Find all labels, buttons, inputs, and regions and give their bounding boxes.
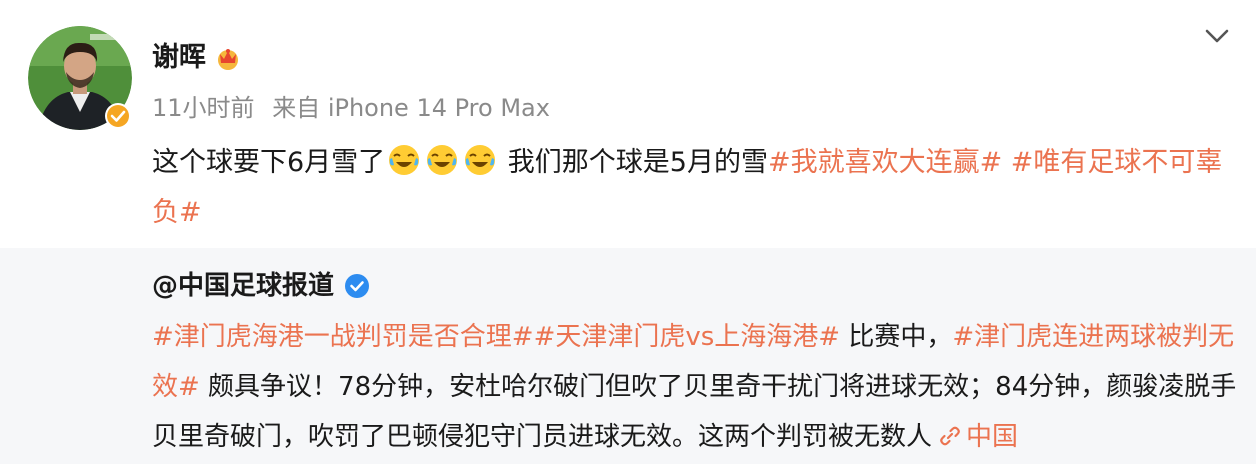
post-time: 11小时前 bbox=[152, 94, 255, 122]
laugh-cry-icon bbox=[427, 145, 458, 175]
post-text-after: 我们那个球是5月的雪 bbox=[499, 147, 768, 178]
verified-blue-icon bbox=[345, 274, 370, 298]
post-text-before: 这个球要下6月雪了 bbox=[152, 147, 386, 178]
hashtag-link[interactable]: #津门虎海港一战判罚是否合理# bbox=[152, 322, 534, 352]
repost-author-name[interactable]: @中国足球报道 bbox=[152, 266, 334, 306]
repost-author-row: @中国足球报道 bbox=[152, 266, 370, 306]
crown-icon bbox=[218, 49, 238, 70]
laugh-cry-icon bbox=[465, 145, 496, 175]
reposted-content[interactable]: @中国足球报道 #津门虎海港一战判罚是否合理##天津津门虎vs上海海港# 比赛中… bbox=[0, 248, 1256, 464]
post-source: 来自 iPhone 14 Pro Max bbox=[272, 94, 550, 122]
post-content: 这个球要下6月雪了 我们那个球是5月的雪#我就喜欢大连赢# #唯有足球不可辜负# bbox=[152, 138, 1242, 238]
hashtag-link[interactable]: #天津津门虎vs上海海港# bbox=[534, 322, 841, 352]
laugh-cry-icon bbox=[389, 145, 420, 175]
hashtag-link[interactable]: #我就喜欢大连赢# bbox=[768, 147, 1002, 178]
post-meta: 11小时前 来自 iPhone 14 Pro Max bbox=[152, 88, 550, 128]
repost-text-part: 颇具争议！78分钟，安杜哈尔破门但吹了贝里奇干扰门将进球无效；84分钟，颜骏凌脱… bbox=[152, 372, 1237, 452]
web-link[interactable]: 中国 bbox=[966, 422, 1018, 452]
verified-badge-icon bbox=[105, 103, 131, 129]
chevron-down-icon[interactable] bbox=[1198, 22, 1236, 50]
repost-text-part: 比赛中， bbox=[840, 322, 953, 352]
weibo-post: 谢晖 11小时前 来自 iPhone 14 Pro Max 这个球要下6月雪了 bbox=[0, 0, 1256, 248]
link-icon bbox=[940, 426, 960, 446]
author-name-row: 谢晖 bbox=[152, 36, 242, 80]
avatar[interactable] bbox=[28, 26, 132, 130]
author-name[interactable]: 谢晖 bbox=[152, 36, 206, 80]
repost-text: #津门虎海港一战判罚是否合理##天津津门虎vs上海海港# 比赛中，#津门虎连进两… bbox=[152, 312, 1237, 462]
